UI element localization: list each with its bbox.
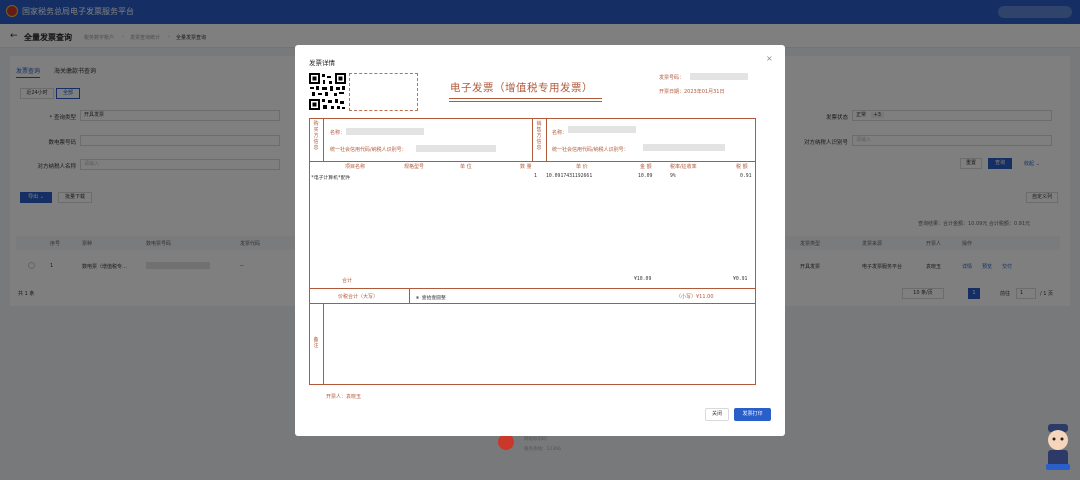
subtotal-tax: ¥0.91: [733, 277, 748, 282]
close-button[interactable]: 关闭: [705, 408, 729, 421]
footer-line: 网站标识码：: [524, 437, 551, 442]
divider: [323, 118, 324, 161]
invoice-number-label: 发票号码：: [659, 75, 685, 81]
assistant-mascot-icon[interactable]: [1042, 420, 1074, 472]
divider: [323, 303, 324, 385]
buyer-side-label: 购买方信息: [313, 121, 319, 151]
close-icon[interactable]: ×: [766, 54, 773, 63]
seller-side-label: 销售方信息: [536, 121, 542, 151]
issue-date: 开票日期：2023年01月31日: [659, 89, 725, 95]
total-words: ⊗ 壹拾壹圆整: [416, 296, 446, 301]
title-underline: [449, 101, 602, 102]
total-label: 价税合计（大写）: [338, 294, 379, 300]
footer-emblem: [498, 434, 514, 450]
redacted-seller-id: [643, 144, 725, 151]
redacted-seller-name: [568, 126, 636, 133]
divider: [309, 161, 756, 162]
item-header: 规格型号: [404, 164, 425, 170]
item-tax: 0.91: [740, 174, 752, 179]
subtotal-label: 合计: [342, 278, 353, 284]
divider: [409, 288, 410, 303]
item-header: 税 额: [736, 164, 748, 170]
title-underline: [449, 98, 602, 99]
item-qty: 1: [534, 174, 537, 179]
invoice-title: 电子发票（增值税专用发票）: [450, 82, 593, 94]
buyer-name-label: 名称：: [330, 130, 346, 136]
item-rate: 9%: [670, 174, 676, 179]
item-name: *电子计算机*配件: [311, 176, 351, 181]
issuer-label: 开票人：袁晓玉: [326, 394, 362, 400]
item-header: 单 位: [460, 164, 472, 170]
redacted-invoice-number: [690, 73, 748, 80]
item-header: 税率/征收率: [670, 164, 697, 170]
redacted-buyer-id: [416, 145, 496, 152]
seller-name-label: 名称：: [552, 130, 568, 136]
item-header: 数 量: [520, 164, 532, 170]
buyer-id-label: 统一社会信用代码/纳税人识别号：: [330, 147, 407, 153]
item-header: 金 额: [640, 164, 652, 170]
total-small: （小写）¥11.00: [676, 294, 714, 300]
footer-line: 服务热线：12366: [524, 447, 561, 452]
divider: [309, 303, 756, 304]
item-amount: 10.09: [638, 174, 653, 179]
redacted-buyer-name: [346, 128, 424, 135]
divider: [309, 288, 756, 289]
item-price: 10.0917431192661: [546, 174, 593, 179]
modal-title: 发票详情: [309, 59, 335, 67]
subtotal-amount: ¥10.09: [634, 277, 652, 282]
remarks-label: 备注: [313, 337, 319, 349]
divider: [532, 118, 533, 161]
item-header: 单 价: [576, 164, 588, 170]
seal-placeholder: [349, 73, 418, 111]
seller-id-label: 统一社会信用代码/纳税人识别号：: [552, 147, 629, 153]
print-invoice-button[interactable]: 发票打印: [734, 408, 771, 421]
divider: [546, 118, 547, 161]
qr-code: [309, 73, 346, 110]
item-header: 项目名称: [345, 164, 366, 170]
